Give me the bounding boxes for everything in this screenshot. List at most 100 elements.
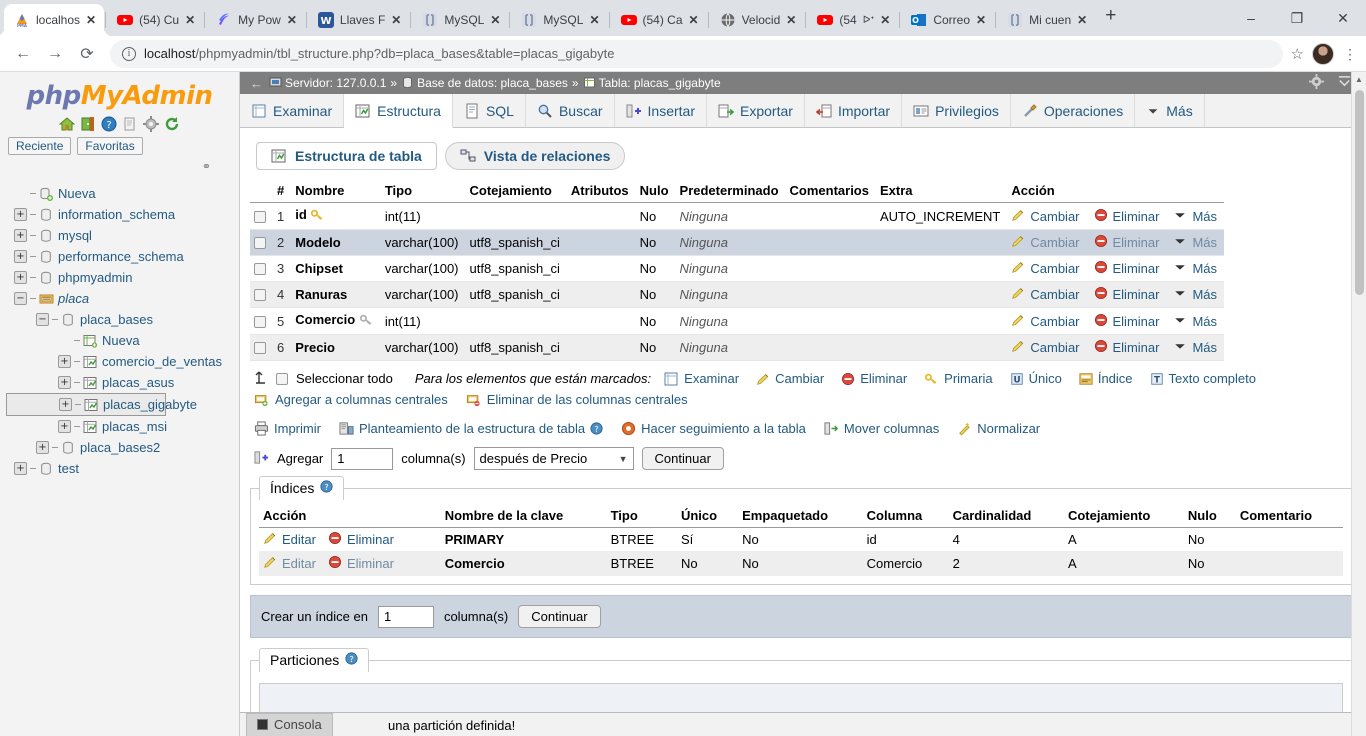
tree-toggle-icon[interactable]: +	[59, 398, 72, 411]
tab-close-button[interactable]: ✕	[490, 13, 500, 27]
row-drop-link[interactable]: Eliminar	[1094, 208, 1159, 225]
favorites-button[interactable]: Favoritas	[77, 137, 143, 155]
browser-tab[interactable]: (54) Ca ✕	[611, 4, 707, 36]
page-scrollbar[interactable]: ▲	[1351, 72, 1366, 736]
create-index-count-input[interactable]	[377, 605, 434, 628]
tree-node-information-schema[interactable]: + information_schema	[6, 204, 239, 225]
create-index-submit-button[interactable]: Continuar	[518, 605, 601, 628]
structure-header-comentarios[interactable]: Comentarios	[785, 180, 876, 203]
new-tab-button[interactable]: +	[1095, 5, 1126, 31]
tree-toggle-icon[interactable]: +	[14, 250, 27, 263]
row-actions[interactable]: Cambiar Eliminar Más	[1007, 334, 1225, 361]
row-checkbox-cell[interactable]	[250, 281, 273, 308]
row-change-link[interactable]: Cambiar	[1011, 339, 1080, 356]
bulk-action-texto-completo[interactable]: T Texto completo	[1150, 371, 1256, 386]
browser-tab[interactable]: MySQL ✕	[412, 4, 508, 36]
tree-node-placa-bases[interactable]: − placa_bases	[6, 309, 239, 330]
row-checkbox-cell[interactable]	[250, 229, 273, 256]
row-drop-link[interactable]: Eliminar	[1094, 234, 1159, 251]
console-toggle[interactable]: Consola	[246, 713, 333, 736]
tree-toggle-icon[interactable]: −	[36, 313, 49, 326]
row-checkbox[interactable]	[254, 263, 266, 275]
tab-close-button[interactable]: ✕	[880, 13, 890, 27]
tab-estructura[interactable]: Estructura	[344, 94, 453, 128]
bookmark-star-icon[interactable]: ☆	[1291, 45, 1304, 63]
bulk-action-primaria[interactable]: Primaria	[924, 371, 993, 386]
row-checkbox-cell[interactable]	[250, 307, 273, 335]
index-drop-link[interactable]: Eliminar	[328, 531, 394, 548]
tree-toggle-icon[interactable]: +	[14, 462, 27, 475]
tree-toggle-icon[interactable]: +	[14, 208, 27, 221]
help-icon[interactable]: ?	[320, 480, 333, 496]
close-window-button[interactable]: ✕	[1320, 0, 1366, 36]
subtab-estructura-de-tabla[interactable]: Estructura de tabla	[256, 142, 437, 170]
tree-node-test[interactable]: + test	[6, 458, 239, 479]
structure-header-tipo[interactable]: Tipo	[380, 180, 466, 203]
tree-node-placas-asus[interactable]: + placas_asus	[6, 372, 239, 393]
breadcrumb-table[interactable]: Tabla: placas_gigabyte	[583, 76, 721, 90]
bulk-action-examinar[interactable]: Examinar	[663, 371, 739, 387]
row-actions[interactable]: Cambiar Eliminar Más	[1007, 229, 1225, 256]
profile-avatar[interactable]	[1312, 42, 1334, 65]
back-button[interactable]: ←	[8, 39, 38, 69]
forward-button[interactable]: →	[40, 39, 70, 69]
collapse-icon[interactable]	[1337, 74, 1352, 92]
structure-row[interactable]: 4 Ranuras varchar(100) utf8_spanish_ci No Nin…	[250, 281, 1225, 308]
browser-tab[interactable]: PMA localhos ✕	[4, 4, 105, 36]
browser-tab[interactable]: (54 ᐅᐩ ✕	[807, 4, 898, 36]
row-change-link[interactable]: Cambiar	[1011, 234, 1080, 251]
tool-imprimir[interactable]: Imprimir	[254, 421, 321, 436]
tab-exportar[interactable]: Exportar	[707, 94, 805, 127]
gear-icon[interactable]	[1309, 74, 1324, 92]
tree-toggle-icon[interactable]: −	[14, 292, 27, 305]
row-drop-link[interactable]: Eliminar	[1094, 286, 1159, 303]
row-more-link[interactable]: Más	[1173, 260, 1217, 277]
breadcrumb-back-arrow[interactable]: ←	[244, 76, 269, 91]
logout-icon[interactable]	[80, 116, 96, 132]
site-info-icon[interactable]: i	[122, 46, 136, 61]
structure-header-nombre[interactable]: Nombre	[291, 180, 381, 203]
scroll-up-arrow[interactable]: ▲	[1352, 72, 1366, 84]
row-checkbox[interactable]	[254, 315, 266, 328]
browser-tab[interactable]: Mi cuen ✕	[997, 4, 1095, 36]
tab-close-button[interactable]: ✕	[86, 13, 96, 27]
tree-node-placas-gigabyte[interactable]: + placas_gigabyte	[6, 393, 197, 416]
tree-toggle-icon[interactable]: +	[58, 420, 71, 433]
phpmyadmin-logo[interactable]: phpMyAdmin	[0, 72, 239, 115]
tree-toggle-icon[interactable]: +	[58, 376, 71, 389]
tab-mute-icon[interactable]: ᐅᐩ	[863, 15, 875, 26]
structure-row[interactable]: 1 id int(11) No Ninguna AUTO_INCREMENT Cambia…	[250, 202, 1225, 230]
bulk-action--nico[interactable]: U Único	[1010, 371, 1062, 386]
tab-close-button[interactable]: ✕	[589, 13, 599, 27]
breadcrumb-server[interactable]: Servidor: 127.0.0.1	[269, 76, 386, 90]
row-drop-link[interactable]: Eliminar	[1094, 313, 1159, 330]
row-change-link[interactable]: Cambiar	[1011, 208, 1080, 225]
structure-header-cotejamiento[interactable]: Cotejamiento	[465, 180, 567, 203]
help-icon[interactable]: ?	[590, 422, 603, 435]
tab-privilegios[interactable]: Privilegios	[902, 94, 1011, 127]
tree-toggle-icon[interactable]: +	[14, 229, 27, 242]
subtab-vista-de-relaciones[interactable]: Vista de relaciones	[444, 142, 626, 170]
row-actions[interactable]: Cambiar Eliminar Más	[1007, 281, 1225, 308]
tool-planteamiento-de-la-estructura[interactable]: Planteamiento de la estructura de tabla?	[339, 421, 603, 436]
index-edit-link[interactable]: Editar	[263, 531, 316, 548]
row-drop-link[interactable]: Eliminar	[1094, 339, 1159, 356]
row-change-link[interactable]: Cambiar	[1011, 313, 1080, 330]
help-icon[interactable]: ?	[101, 116, 117, 132]
central-action-eliminar-de-las-columnas-cen[interactable]: Eliminar de las columnas centrales	[466, 392, 688, 407]
browser-tab[interactable]: Velocid ✕	[710, 4, 805, 36]
tree-node-phpmyadmin[interactable]: + phpmyadmin	[6, 267, 239, 288]
reload-button[interactable]: ⟳	[72, 39, 102, 69]
browser-tab[interactable]: O Correo ✕	[901, 4, 994, 36]
row-more-link[interactable]: Más	[1173, 208, 1217, 225]
row-checkbox-cell[interactable]	[250, 202, 273, 230]
bulk-action-eliminar[interactable]: Eliminar	[841, 371, 907, 386]
structure-row[interactable]: 5 Comercio int(11) No Ninguna Cambiar Elimina…	[250, 307, 1225, 335]
row-more-link[interactable]: Más	[1173, 339, 1217, 356]
tree-toggle-icon[interactable]: +	[36, 441, 49, 454]
tree-node-performance-schema[interactable]: + performance_schema	[6, 246, 239, 267]
tool-normalizar[interactable]: Normalizar	[957, 421, 1040, 436]
scrollbar-thumb[interactable]	[1355, 90, 1364, 295]
tab-insertar[interactable]: Insertar	[614, 94, 708, 127]
row-more-link[interactable]: Más	[1173, 234, 1217, 251]
